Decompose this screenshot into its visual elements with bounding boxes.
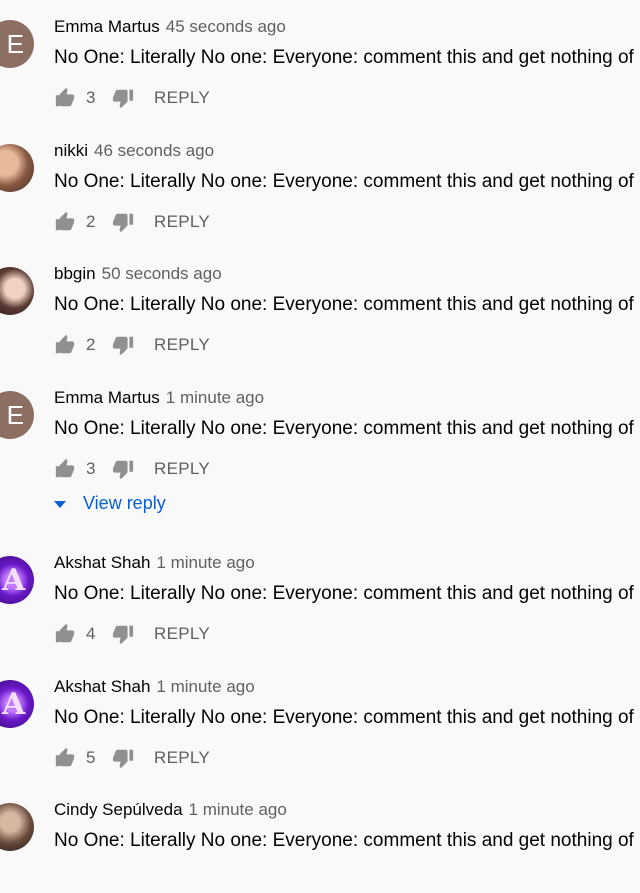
thumb-down-icon[interactable] bbox=[112, 623, 134, 645]
comment-thread: A Akshat Shah 1 minute ago No One: Litera… bbox=[0, 660, 640, 770]
author-name[interactable]: bbgin bbox=[54, 264, 96, 283]
comment-thread: Cindy Sepúlveda 1 minute ago No One: Lite… bbox=[0, 783, 640, 893]
thumb-up-icon[interactable] bbox=[54, 87, 76, 109]
author-name[interactable]: Cindy Sepúlveda bbox=[54, 800, 183, 819]
thumb-down-icon[interactable] bbox=[112, 334, 134, 356]
comment-header: Akshat Shah 1 minute ago bbox=[54, 553, 255, 573]
like-count: 3 bbox=[86, 459, 96, 478]
author-name[interactable]: nikki bbox=[54, 141, 88, 160]
thumb-up-icon[interactable] bbox=[54, 458, 76, 480]
timestamp[interactable]: 1 minute ago bbox=[156, 677, 254, 696]
comment-text: No One: Literally No one: Everyone: comm… bbox=[54, 830, 640, 851]
avengers-logo-icon: A bbox=[2, 563, 26, 598]
comment-text: No One: Literally No one: Everyone: comm… bbox=[54, 583, 640, 604]
thumb-up-icon[interactable] bbox=[54, 334, 76, 356]
comment-thread: E Emma Martus 45 seconds ago No One: Lite… bbox=[0, 0, 640, 110]
comment-actions: 4 REPLY bbox=[54, 616, 210, 652]
avatar[interactable]: E bbox=[0, 391, 34, 439]
reply-button[interactable]: REPLY bbox=[154, 624, 210, 644]
avatar[interactable]: E bbox=[0, 20, 34, 68]
like-count: 5 bbox=[86, 748, 96, 767]
timestamp[interactable]: 46 seconds ago bbox=[94, 141, 214, 160]
avatar[interactable]: A bbox=[0, 556, 34, 604]
timestamp[interactable]: 1 minute ago bbox=[166, 388, 264, 407]
comment-actions: 2 REPLY bbox=[54, 327, 210, 363]
avatar-initial: E bbox=[6, 29, 24, 59]
avatar[interactable] bbox=[0, 267, 34, 315]
comment-thread: bbgin 50 seconds ago No One: Literally No… bbox=[0, 247, 640, 357]
view-reply-button[interactable]: View reply bbox=[54, 493, 166, 514]
comment-text: No One: Literally No one: Everyone: comm… bbox=[54, 294, 640, 315]
reply-button[interactable]: REPLY bbox=[154, 335, 210, 355]
comment-text: No One: Literally No one: Everyone: comm… bbox=[54, 707, 640, 728]
like-count: 4 bbox=[86, 624, 96, 643]
timestamp[interactable]: 1 minute ago bbox=[156, 553, 254, 572]
reply-button[interactable]: REPLY bbox=[154, 459, 210, 479]
view-reply-label: View reply bbox=[83, 493, 166, 513]
thumb-up-icon[interactable] bbox=[54, 623, 76, 645]
thumb-down-icon[interactable] bbox=[112, 211, 134, 233]
comment-thread: A Akshat Shah 1 minute ago No One: Litera… bbox=[0, 536, 640, 646]
comment-actions: 3 REPLY bbox=[54, 80, 210, 116]
avatar[interactable] bbox=[0, 803, 34, 851]
timestamp[interactable]: 45 seconds ago bbox=[166, 17, 286, 36]
comment-header: Cindy Sepúlveda 1 minute ago bbox=[54, 800, 287, 820]
comment-actions: 2 REPLY bbox=[54, 204, 210, 240]
author-name[interactable]: Akshat Shah bbox=[54, 553, 150, 572]
comment-header: Akshat Shah 1 minute ago bbox=[54, 677, 255, 697]
thumb-down-icon[interactable] bbox=[112, 458, 134, 480]
comment-text: No One: Literally No one: Everyone: comm… bbox=[54, 418, 640, 439]
avatar[interactable] bbox=[0, 144, 34, 192]
thumb-down-icon[interactable] bbox=[112, 87, 134, 109]
comment-text: No One: Literally No one: Everyone: comm… bbox=[54, 47, 640, 68]
thumb-down-icon[interactable] bbox=[112, 747, 134, 769]
like-count: 3 bbox=[86, 88, 96, 107]
like-count: 2 bbox=[86, 335, 96, 354]
thumb-up-icon[interactable] bbox=[54, 211, 76, 233]
reply-button[interactable]: REPLY bbox=[154, 212, 210, 232]
comment-thread: nikki 46 seconds ago No One: Literally No… bbox=[0, 124, 640, 234]
comment-actions: 3 REPLY bbox=[54, 451, 210, 487]
reply-button[interactable]: REPLY bbox=[154, 748, 210, 768]
comment-actions: 5 REPLY bbox=[54, 740, 210, 776]
author-name[interactable]: Emma Martus bbox=[54, 388, 160, 407]
thumb-up-icon[interactable] bbox=[54, 747, 76, 769]
comment-header: Emma Martus 1 minute ago bbox=[54, 388, 264, 408]
comment-header: nikki 46 seconds ago bbox=[54, 141, 214, 161]
timestamp[interactable]: 1 minute ago bbox=[189, 800, 287, 819]
caret-down-icon bbox=[54, 501, 66, 508]
avengers-logo-icon: A bbox=[2, 687, 26, 722]
author-name[interactable]: Akshat Shah bbox=[54, 677, 150, 696]
comment-header: bbgin 50 seconds ago bbox=[54, 264, 222, 284]
reply-button[interactable]: REPLY bbox=[154, 88, 210, 108]
timestamp[interactable]: 50 seconds ago bbox=[102, 264, 222, 283]
comment-text: No One: Literally No one: Everyone: comm… bbox=[54, 171, 640, 192]
avatar[interactable]: A bbox=[0, 680, 34, 728]
comment-thread: E Emma Martus 1 minute ago No One: Litera… bbox=[0, 371, 640, 481]
comment-header: Emma Martus 45 seconds ago bbox=[54, 17, 286, 37]
author-name[interactable]: Emma Martus bbox=[54, 17, 160, 36]
like-count: 2 bbox=[86, 212, 96, 231]
avatar-initial: E bbox=[6, 400, 24, 430]
